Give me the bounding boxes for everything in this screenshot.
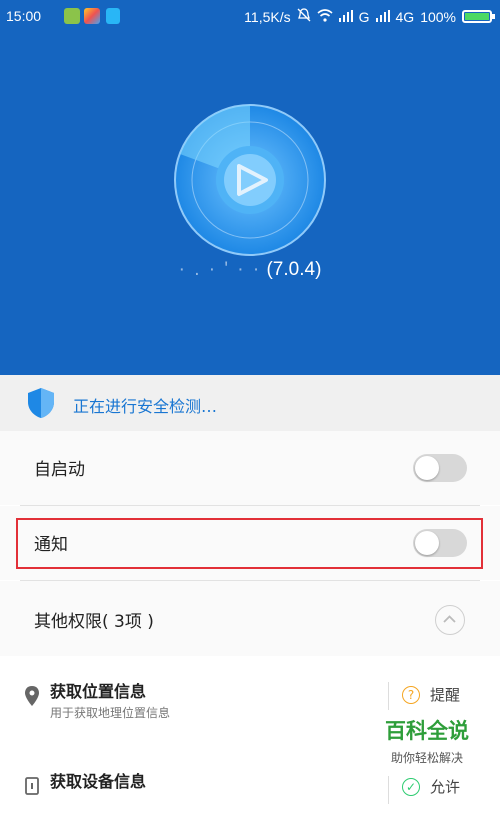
permission-action-allow[interactable]: ✓ 允许 xyxy=(402,776,460,797)
autostart-toggle[interactable] xyxy=(413,454,467,482)
check-icon: ✓ xyxy=(402,777,420,796)
other-permissions-label: 其他权限( 3项 ) xyxy=(34,612,154,632)
status-time: 15:00 xyxy=(6,8,42,24)
battery-fill xyxy=(465,13,489,20)
permission-title: 获取位置信息 xyxy=(50,682,147,701)
status-bar: 15:00 11,5K/s G 4G 100% xyxy=(0,0,500,34)
app-notification-icon xyxy=(64,8,80,24)
question-icon: ? xyxy=(402,685,420,704)
network-type-4g: 4G xyxy=(395,8,415,25)
watermark-logo: 百科全说 助你轻松解决 xyxy=(362,715,492,766)
scan-status-bar: 正在进行安全检测… xyxy=(0,375,500,431)
autostart-label: 自启动 xyxy=(34,460,85,480)
toggle-knob xyxy=(415,456,439,480)
permission-subtitle: 用于获取地理位置信息 xyxy=(50,706,171,720)
separator xyxy=(388,682,389,710)
shield-icon xyxy=(28,388,54,418)
scan-status-text: 正在进行安全检测… xyxy=(73,397,218,416)
device-info-icon xyxy=(25,777,39,795)
wifi-icon xyxy=(317,8,333,25)
mute-bell-icon xyxy=(297,8,311,25)
highlight-box xyxy=(16,518,483,569)
collapse-button[interactable] xyxy=(435,605,465,635)
gallery-notification-icon xyxy=(84,8,100,24)
battery-icon xyxy=(462,10,495,23)
permission-title: 获取设备信息 xyxy=(50,772,147,791)
permission-action-remind[interactable]: ? 提醒 xyxy=(402,684,460,705)
signal-icon xyxy=(375,9,390,25)
clipboard-notification-icon xyxy=(106,8,120,24)
watermark-title: 百科全说 xyxy=(385,719,469,743)
signal-icon xyxy=(338,9,353,25)
network-type-g: G xyxy=(358,8,370,25)
location-pin-icon xyxy=(25,686,39,706)
scan-hero: · . · ' · · (7.0.4) xyxy=(0,34,500,375)
permission-action-label: 允许 xyxy=(430,778,461,796)
watermark-subtitle: 助你轻松解决 xyxy=(390,751,463,765)
other-permissions-row[interactable]: 其他权限( 3项 ) xyxy=(0,581,500,656)
permission-action-label: 提醒 xyxy=(430,686,461,704)
network-speed: 11,5K/s xyxy=(244,8,291,25)
app-name-obscured: · . · ' · · xyxy=(178,259,262,280)
battery-percent: 100% xyxy=(420,8,456,25)
version-number: (7.0.4) xyxy=(266,259,322,280)
radar-scan-icon xyxy=(174,104,326,256)
app-version: · . · ' · · (7.0.4) xyxy=(0,259,500,281)
autostart-row[interactable]: 自启动 xyxy=(0,431,500,505)
chevron-up-icon xyxy=(443,615,456,623)
separator xyxy=(388,776,389,804)
